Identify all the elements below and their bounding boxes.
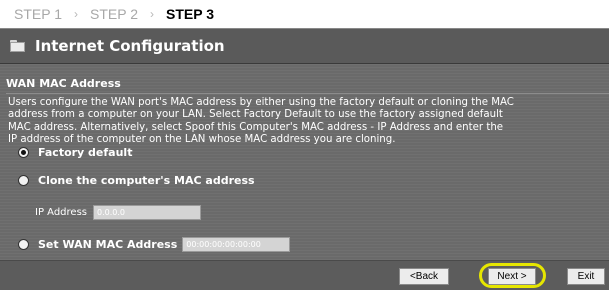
description-line: IP address of the computer on the LAN wh… [8,134,396,146]
section-divider [6,93,609,94]
factory-default-radio[interactable] [18,147,29,158]
clone-mac-option[interactable]: Clone the computer's MAC address [18,174,255,187]
step-1: STEP 1 [14,6,62,22]
description: Users configure the WAN port's MAC addre… [8,97,608,147]
step-2: STEP 2 [90,6,138,22]
set-wan-mac-option[interactable]: Set WAN MAC Address 00:00:00:00:00:00 [18,237,291,252]
ip-address-label: IP Address [35,207,87,218]
wizard-steps: STEP 1 › STEP 2 › STEP 3 [0,0,609,28]
step-3: STEP 3 [166,6,214,22]
description-line: Users configure the WAN port's MAC addre… [8,97,514,108]
exit-button[interactable]: Exit [567,268,605,285]
clone-mac-radio[interactable] [18,175,29,186]
folder-icon [10,40,25,52]
ip-address-row: IP Address 0.0.0.0 [35,205,201,220]
description-line: address from a computer on your LAN. Sel… [8,109,503,121]
mac-address-input[interactable]: 00:00:00:00:00:00 [182,237,291,252]
back-button[interactable]: <Back [399,268,449,285]
section-title: WAN MAC Address [6,77,121,90]
ip-address-input[interactable]: 0.0.0.0 [92,205,201,220]
set-wan-mac-label: Set WAN MAC Address [38,238,178,251]
next-button[interactable]: Next > [488,268,536,285]
wan-mac-panel: WAN MAC Address Users configure the WAN … [0,64,609,260]
page-title: Internet Configuration [35,37,225,55]
footer-bar: <Back Next > Exit [0,260,609,290]
page-header: Internet Configuration [0,28,609,64]
step-separator-icon: › [74,7,78,21]
step-separator-icon: › [150,7,154,21]
factory-default-label: Factory default [38,146,133,159]
clone-mac-label: Clone the computer's MAC address [38,174,255,187]
factory-default-option[interactable]: Factory default [18,146,132,159]
description-line: MAC address. Alternatively, select Spoof… [8,121,504,133]
set-wan-mac-radio[interactable] [18,239,29,250]
